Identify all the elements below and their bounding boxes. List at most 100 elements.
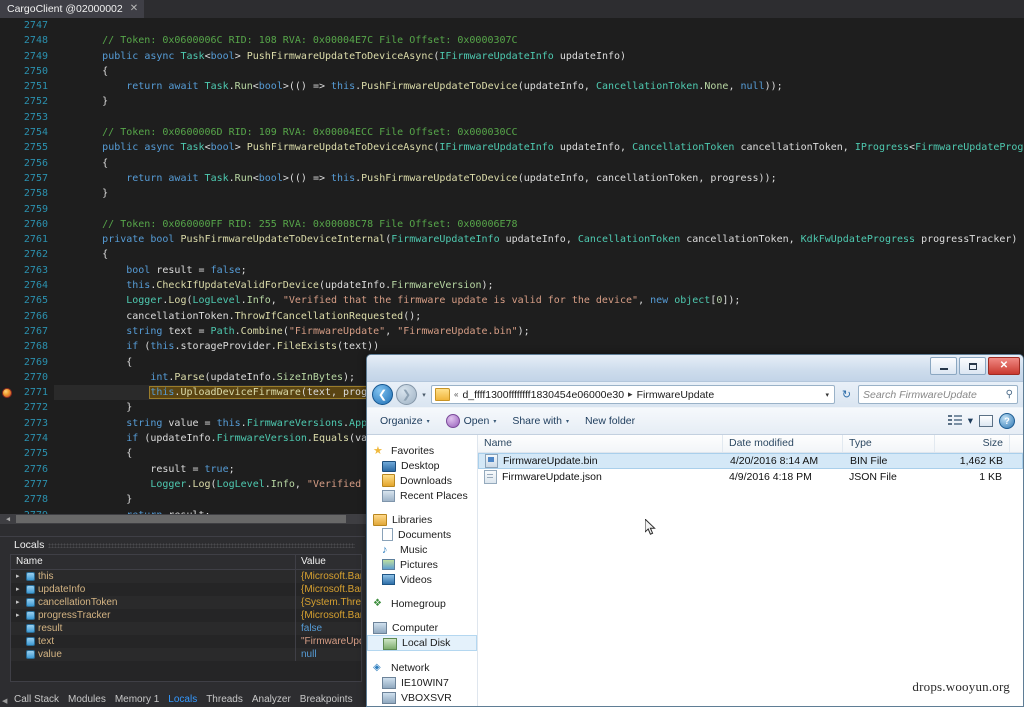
debug-tab-call-stack[interactable]: Call Stack bbox=[14, 694, 59, 705]
locals-row[interactable]: ▸progressTracker{Microsoft.Band.A bbox=[11, 609, 361, 622]
locals-grid[interactable]: Name Value ▸this{Microsoft.Band.A▸update… bbox=[10, 554, 362, 682]
nav-item-documents[interactable]: Documents bbox=[367, 527, 477, 542]
code-line[interactable]: return await Task.Run<bool>(() => this.P… bbox=[54, 79, 1024, 94]
close-icon[interactable]: ✕ bbox=[130, 4, 138, 14]
locals-row[interactable]: resultfalse bbox=[11, 622, 361, 635]
locals-row-name-cell[interactable]: text bbox=[11, 635, 296, 648]
search-box[interactable]: Search FirmwareUpdate ⚲ bbox=[858, 385, 1018, 404]
locals-row-name-cell[interactable]: result bbox=[11, 622, 296, 635]
navigation-pane[interactable]: ★FavoritesDesktopDownloadsRecent PlacesL… bbox=[367, 435, 478, 707]
chevron-down-icon[interactable]: ▾ bbox=[825, 391, 831, 399]
locals-row[interactable]: ▸updateInfo{Microsoft.Band.A bbox=[11, 583, 361, 596]
locals-row-name-cell[interactable]: ▸updateInfo bbox=[11, 583, 296, 596]
locals-row-name-cell[interactable]: ▸this bbox=[11, 570, 296, 583]
nav-item-local-disk[interactable]: Local Disk bbox=[367, 635, 477, 651]
change-view-icon[interactable] bbox=[948, 415, 962, 427]
column-header-name[interactable]: Name bbox=[478, 435, 723, 452]
code-line[interactable]: public async Task<bool> PushFirmwareUpda… bbox=[54, 140, 1024, 155]
document-tab-cargoclient[interactable]: CargoClient @02000002 ✕ bbox=[0, 0, 145, 18]
locals-row-name-cell[interactable]: value bbox=[11, 648, 296, 661]
preview-pane-icon[interactable] bbox=[979, 415, 993, 427]
locals-variable-value[interactable]: false bbox=[296, 622, 361, 635]
nav-item-ie10win7[interactable]: IE10WIN7 bbox=[367, 675, 477, 690]
refresh-button[interactable]: ↻ bbox=[838, 386, 855, 403]
locals-column-name[interactable]: Name bbox=[11, 555, 296, 569]
close-button[interactable]: ✕ bbox=[988, 357, 1020, 375]
minimize-button[interactable] bbox=[930, 357, 957, 375]
breakpoint-icon[interactable] bbox=[2, 388, 12, 398]
expander-triangle-icon[interactable]: ▸ bbox=[16, 570, 23, 583]
breadcrumb-segment-drive[interactable]: d_ffff1300ffffffff1830454e06000e30 bbox=[462, 389, 624, 401]
locals-row[interactable]: ▸cancellationToken{System.Threading bbox=[11, 596, 361, 609]
nav-item-videos[interactable]: Videos bbox=[367, 572, 477, 587]
code-line[interactable]: Logger.Log(LogLevel.Info, "Verified that… bbox=[54, 293, 1024, 308]
locals-variable-value[interactable]: {System.Threading bbox=[296, 596, 361, 609]
locals-variable-value[interactable]: {Microsoft.Band.A bbox=[296, 609, 361, 622]
expander-triangle-icon[interactable]: ▸ bbox=[16, 583, 23, 596]
locals-row-name-cell[interactable]: ▸progressTracker bbox=[11, 609, 296, 622]
nav-item-vboxsvr[interactable]: VBOXSVR bbox=[367, 690, 477, 705]
open-button[interactable]: Open ▾ bbox=[439, 411, 504, 431]
organize-button[interactable]: Organize ▾ bbox=[373, 412, 437, 430]
code-line[interactable]: if (this.storageProvider.FileExists(text… bbox=[54, 339, 1024, 354]
code-line[interactable]: // Token: 0x060000FF RID: 255 RVA: 0x000… bbox=[54, 217, 1024, 232]
tabstrip-overflow-icon[interactable]: ◀ bbox=[2, 697, 7, 705]
locals-variable-value[interactable]: {Microsoft.Band.A bbox=[296, 583, 361, 596]
back-button[interactable]: ❮ bbox=[372, 384, 393, 405]
column-header-type[interactable]: Type bbox=[843, 435, 935, 452]
nav-item-recent-places[interactable]: Recent Places bbox=[367, 488, 477, 503]
debug-tab-modules[interactable]: Modules bbox=[68, 694, 106, 705]
code-line[interactable]: // Token: 0x0600006C RID: 108 RVA: 0x000… bbox=[54, 33, 1024, 48]
nav-group-network[interactable]: ◈Network bbox=[367, 660, 477, 675]
code-line[interactable]: bool result = false; bbox=[54, 263, 1024, 278]
file-name-cell[interactable]: FirmwareUpdate.bin bbox=[479, 454, 724, 468]
new-folder-button[interactable]: New folder bbox=[578, 412, 642, 430]
code-line[interactable]: private bool PushFirmwareUpdateToDeviceI… bbox=[54, 232, 1024, 247]
code-line[interactable] bbox=[54, 18, 1024, 33]
nav-item-music[interactable]: ♪Music bbox=[367, 542, 477, 557]
scrollbar-thumb[interactable] bbox=[16, 515, 346, 523]
column-header-size[interactable]: Size bbox=[935, 435, 1010, 452]
expander-triangle-icon[interactable]: ▸ bbox=[16, 609, 23, 622]
code-line[interactable]: { bbox=[54, 156, 1024, 171]
locals-row[interactable]: ▸this{Microsoft.Band.A bbox=[11, 570, 361, 583]
nav-group-favorites[interactable]: ★Favorites bbox=[367, 443, 477, 458]
locals-variable-value[interactable]: null bbox=[296, 648, 361, 661]
code-line[interactable] bbox=[54, 202, 1024, 217]
breakpoint-margin[interactable] bbox=[0, 18, 15, 524]
debug-tab-analyzer[interactable]: Analyzer bbox=[252, 694, 291, 705]
nav-item-pictures[interactable]: Pictures bbox=[367, 557, 477, 572]
file-name-cell[interactable]: FirmwareUpdate.json bbox=[478, 470, 723, 484]
file-row[interactable]: FirmwareUpdate.bin4/20/2016 8:14 AMBIN F… bbox=[478, 453, 1023, 469]
help-icon[interactable]: ? bbox=[999, 413, 1015, 429]
nav-group-homegroup[interactable]: ❖Homegroup bbox=[367, 596, 477, 611]
locals-row[interactable]: text"FirmwareUpdate\ bbox=[11, 635, 361, 648]
forward-button[interactable]: ❯ bbox=[396, 384, 417, 405]
scroll-left-icon[interactable]: ◀ bbox=[2, 514, 14, 524]
file-row[interactable]: FirmwareUpdate.json4/9/2016 4:18 PMJSON … bbox=[478, 469, 1023, 485]
column-header-date-modified[interactable]: Date modified bbox=[723, 435, 843, 452]
file-list-pane[interactable]: Name Date modified Type Size FirmwareUpd… bbox=[478, 435, 1023, 707]
expander-triangle-icon[interactable]: ▸ bbox=[16, 596, 23, 609]
code-line[interactable]: } bbox=[54, 186, 1024, 201]
chevron-down-icon[interactable]: ▾ bbox=[968, 415, 973, 427]
nav-group-libraries[interactable]: Libraries bbox=[367, 512, 477, 527]
code-line[interactable]: { bbox=[54, 247, 1024, 262]
locals-column-value[interactable]: Value bbox=[296, 555, 361, 569]
code-line[interactable]: this.CheckIfUpdateValidForDevice(updateI… bbox=[54, 278, 1024, 293]
code-line[interactable]: cancellationToken.ThrowIfCancellationReq… bbox=[54, 309, 1024, 324]
locals-variable-value[interactable]: "FirmwareUpdate\ bbox=[296, 635, 361, 648]
code-line[interactable]: string text = Path.Combine("FirmwareUpda… bbox=[54, 324, 1024, 339]
code-line[interactable] bbox=[54, 110, 1024, 125]
debug-tab-locals[interactable]: Locals bbox=[168, 694, 197, 705]
code-line[interactable]: return await Task.Run<bool>(() => this.P… bbox=[54, 171, 1024, 186]
explorer-titlebar[interactable]: ✕ bbox=[367, 355, 1023, 382]
debug-tab-breakpoints[interactable]: Breakpoints bbox=[300, 694, 353, 705]
address-breadcrumb-bar[interactable]: « d_ffff1300ffffffff1830454e06000e30 ▸ F… bbox=[431, 385, 835, 404]
share-with-button[interactable]: Share with ▾ bbox=[505, 412, 576, 430]
breadcrumb-segment-folder[interactable]: FirmwareUpdate bbox=[637, 389, 715, 401]
code-line[interactable]: // Token: 0x0600006D RID: 109 RVA: 0x000… bbox=[54, 125, 1024, 140]
locals-variable-value[interactable]: {Microsoft.Band.A bbox=[296, 570, 361, 583]
code-line[interactable]: { bbox=[54, 64, 1024, 79]
debug-tab-memory-1[interactable]: Memory 1 bbox=[115, 694, 159, 705]
